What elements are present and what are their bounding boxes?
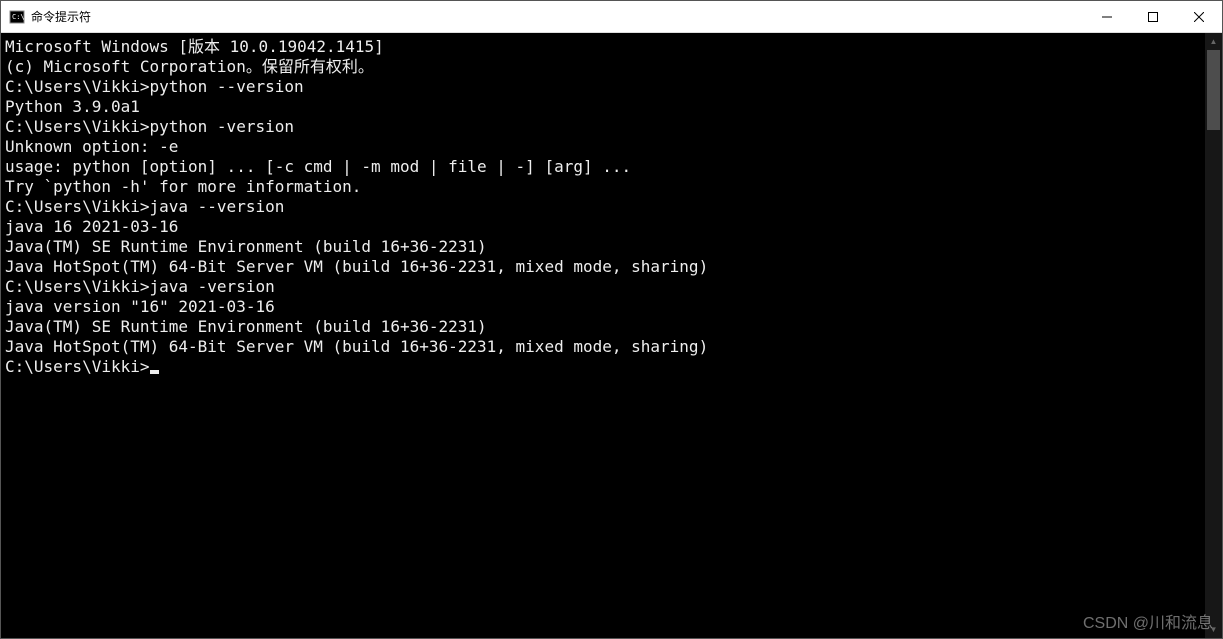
- terminal-line: C:\Users\Vikki>java -version: [5, 277, 1201, 297]
- scroll-thumb[interactable]: [1207, 50, 1220, 130]
- terminal-line: Unknown option: -e: [5, 137, 1201, 157]
- window-controls: [1084, 1, 1222, 32]
- terminal-line: Java HotSpot(TM) 64-Bit Server VM (build…: [5, 337, 1201, 357]
- terminal-line: C:\Users\Vikki>java --version: [5, 197, 1201, 217]
- terminal-line: Try `python -h' for more information.: [5, 177, 1201, 197]
- terminal-line: Java(TM) SE Runtime Environment (build 1…: [5, 237, 1201, 257]
- terminal-line: Java HotSpot(TM) 64-Bit Server VM (build…: [5, 257, 1201, 277]
- terminal-line: Microsoft Windows [版本 10.0.19042.1415]: [5, 37, 1201, 57]
- maximize-button[interactable]: [1130, 1, 1176, 32]
- window-title: 命令提示符: [31, 8, 1084, 25]
- scroll-track[interactable]: [1205, 50, 1222, 621]
- titlebar[interactable]: C:\ 命令提示符: [1, 1, 1222, 33]
- terminal-line: (c) Microsoft Corporation。保留所有权利。: [5, 57, 1201, 77]
- terminal-area: Microsoft Windows [版本 10.0.19042.1415](c…: [1, 33, 1222, 638]
- terminal-line: java version "16" 2021-03-16: [5, 297, 1201, 317]
- terminal-line: C:\Users\Vikki>: [5, 357, 1201, 377]
- terminal-line: Java(TM) SE Runtime Environment (build 1…: [5, 317, 1201, 337]
- scroll-down-icon[interactable]: ▼: [1205, 621, 1222, 638]
- minimize-button[interactable]: [1084, 1, 1130, 32]
- terminal-output[interactable]: Microsoft Windows [版本 10.0.19042.1415](c…: [1, 33, 1205, 638]
- terminal-line: java 16 2021-03-16: [5, 217, 1201, 237]
- app-icon: C:\: [9, 9, 25, 25]
- cursor: [150, 370, 159, 374]
- command-prompt-window: C:\ 命令提示符 Microsoft Windows [版本 10.0.190…: [0, 0, 1223, 639]
- terminal-line: usage: python [option] ... [-c cmd | -m …: [5, 157, 1201, 177]
- close-button[interactable]: [1176, 1, 1222, 32]
- scrollbar-vertical[interactable]: ▲ ▼: [1205, 33, 1222, 638]
- scroll-up-icon[interactable]: ▲: [1205, 33, 1222, 50]
- terminal-line: C:\Users\Vikki>python -version: [5, 117, 1201, 137]
- terminal-line: C:\Users\Vikki>python --version: [5, 77, 1201, 97]
- svg-text:C:\: C:\: [12, 13, 25, 21]
- terminal-line: Python 3.9.0a1: [5, 97, 1201, 117]
